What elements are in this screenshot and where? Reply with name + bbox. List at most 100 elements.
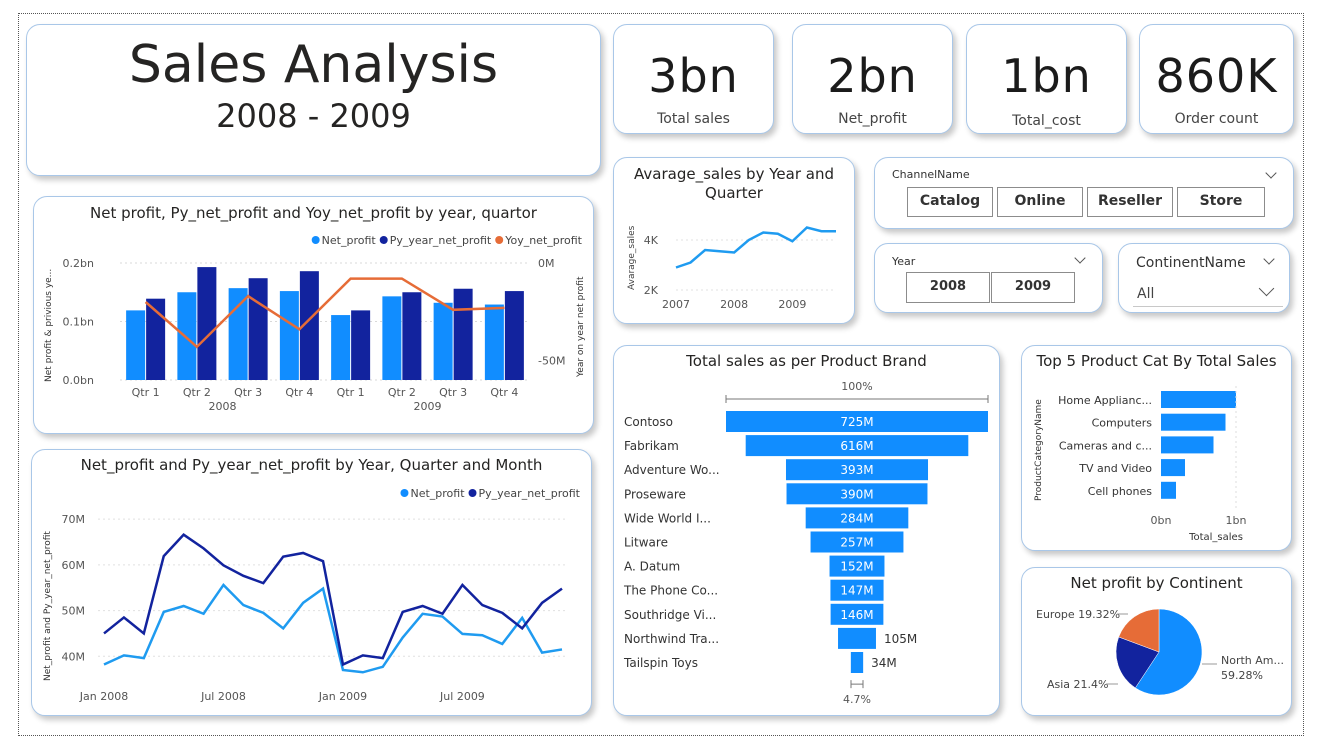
pie-label-name: North Am... <box>1221 654 1284 667</box>
funnel-top-bracket <box>725 395 989 403</box>
kpi-card-total-sales[interactable]: 3bn Total sales <box>613 24 774 134</box>
kpi-card-net-profit[interactable]: 2bn Net_profit <box>792 24 953 134</box>
funnel-category-label: Adventure Wo... <box>624 463 720 477</box>
kpi-label: Net_profit <box>838 111 907 127</box>
chevron-down-icon[interactable] <box>1258 280 1275 297</box>
bar-net-profit <box>279 291 299 380</box>
legend-label: Net_profit <box>322 234 377 247</box>
funnel-value-label: 152M <box>840 560 873 574</box>
channel-option-reseller[interactable]: Reseller <box>1087 187 1173 217</box>
quarter-combo-chart-card[interactable]: Net profit, Py_net_profit and Yoy_net_pr… <box>33 196 594 434</box>
funnel-value-label: 34M <box>871 656 897 670</box>
continent-slicer[interactable]: ContinentName All <box>1118 243 1290 313</box>
avg-sales-chart: Avarage_sales 4K 2K2007 2008 2009 <box>627 225 836 311</box>
continent-pie-card[interactable]: Net profit by Continent North Am... 59.28… <box>1021 567 1292 716</box>
line-net-profit <box>103 583 563 674</box>
legend-marker <box>495 236 504 244</box>
funnel-value-label: 105M <box>884 632 917 646</box>
chevron-down-icon[interactable] <box>1265 167 1277 179</box>
channel-option-store[interactable]: Store <box>1177 187 1265 217</box>
slicer-title: ContinentName <box>1136 255 1246 271</box>
bar-py-net-profit <box>402 292 422 380</box>
bar-py-net-profit <box>197 267 217 380</box>
legend-marker <box>379 236 388 244</box>
legend-label: Py_year_net_profit <box>479 487 581 500</box>
axis-label-x: Total_sales <box>1188 532 1243 543</box>
chevron-down-icon[interactable] <box>1074 252 1086 264</box>
legend-marker <box>468 489 477 497</box>
funnel-category-label: Wide World I... <box>624 511 711 525</box>
funnel-category-label: A. Datum <box>624 560 680 574</box>
y-tick-label: 0.2bn <box>63 257 94 270</box>
category-label: Computers <box>1092 417 1153 430</box>
kpi-label: Total_cost <box>1012 113 1081 129</box>
kpi-card-total-cost[interactable]: 1bn Total_cost <box>966 24 1127 134</box>
channel-slicer[interactable]: ChannelName Catalog Online Reseller Stor… <box>874 157 1294 229</box>
category-label: Cameras and c... <box>1059 439 1152 452</box>
slicer-title: ChannelName <box>892 168 970 181</box>
x-tick-label: Jul 2009 <box>439 690 485 703</box>
y-tick-label: 70M <box>62 513 86 526</box>
brand-funnel-card[interactable]: Total sales as per Product Brand 100% Con… <box>613 345 1000 716</box>
funnel-value-label: 393M <box>840 463 873 477</box>
axis-label-y: Net_profit and Py_year_net_profit <box>43 531 53 681</box>
y2-tick-label: 0M <box>538 257 555 270</box>
x-group-label: 2009 <box>414 400 442 413</box>
funnel-bar <box>850 652 864 673</box>
year-option-2009[interactable]: 2009 <box>991 272 1075 303</box>
legend-marker <box>311 236 320 244</box>
chevron-down-icon[interactable] <box>1263 253 1275 265</box>
bar-net-profit <box>484 304 504 380</box>
funnel-category-label: Proseware <box>624 487 686 501</box>
x-tick-label: Jul 2008 <box>200 690 246 703</box>
axis-label-y: Avarage_sales <box>627 225 637 290</box>
channel-option-catalog[interactable]: Catalog <box>907 187 993 217</box>
y-tick-label: 40M <box>62 650 86 663</box>
pie-label-percent: 59.28% <box>1221 669 1263 682</box>
quarter-combo-chart: Net profit & privious ye... Year on year… <box>44 234 586 413</box>
channel-option-online[interactable]: Online <box>997 187 1083 217</box>
kpi-card-order-count[interactable]: 860K Order count <box>1139 24 1294 134</box>
x-tick-label: 2009 <box>778 298 806 311</box>
funnel-value-label: 147M <box>840 584 873 598</box>
x-tick-label: 2008 <box>720 298 748 311</box>
continent-pie-chart: North Am... 59.28% Asia 21.4% Europe 19.32% <box>1036 608 1284 696</box>
kpi-label: Total sales <box>657 111 730 127</box>
axis-label-y: Net profit & privious ye... <box>44 269 54 382</box>
x-tick-label: 2007 <box>662 298 690 311</box>
year-slicer[interactable]: Year 2008 2009 <box>874 243 1103 313</box>
monthly-line-chart: Net_profit and Py_year_net_profit Py_yea… <box>43 487 581 703</box>
dashboard-title: Sales Analysis <box>128 35 499 95</box>
continent-selected-value: All <box>1137 286 1155 302</box>
y-tick-label: 50M <box>62 605 86 618</box>
x-tick-label: 0bn <box>1151 514 1172 527</box>
brand-funnel-chart: 100% Contoso 725M Fabrikam 616M Adventure Wo.… <box>623 380 989 706</box>
slicer-title: Year <box>892 255 916 268</box>
category-label: Cell phones <box>1088 485 1152 498</box>
title-card: Sales Analysis 2008 - 2009 <box>26 24 601 176</box>
y-tick-label: 4K <box>644 234 659 247</box>
top5-category-card[interactable]: Top 5 Product Cat By Total Sales Product… <box>1021 345 1292 551</box>
continent-dropdown[interactable]: All <box>1133 279 1283 307</box>
kpi-label: Order count <box>1174 111 1259 127</box>
bar-net-profit <box>126 310 146 380</box>
category-bar <box>1161 459 1185 477</box>
funnel-category-label: Contoso <box>624 415 673 429</box>
legend-marker <box>400 489 409 497</box>
funnel-category-label: Southridge Vi... <box>624 608 716 622</box>
kpi-value: 1bn <box>1001 49 1092 103</box>
funnel-category-label: Tailspin Toys <box>623 656 698 670</box>
funnel-bottom-bracket <box>850 680 864 689</box>
kpi-value: 860K <box>1155 49 1278 103</box>
funnel-category-label: The Phone Co... <box>623 584 718 598</box>
bar-py-net-profit <box>248 278 268 380</box>
legend-label: Net_profit <box>410 487 465 500</box>
funnel-bar <box>838 627 876 649</box>
x-tick-label: Qtr 4 <box>490 386 518 399</box>
avg-sales-chart-card[interactable]: Avarage_sales by Year and Quarter Avarag… <box>613 157 855 324</box>
year-option-2008[interactable]: 2008 <box>906 272 990 303</box>
monthly-line-chart-card[interactable]: Net_profit and Py_year_net_profit by Yea… <box>31 449 592 716</box>
x-tick-label: 1bn <box>1226 514 1247 527</box>
funnel-value-label: 284M <box>840 511 873 525</box>
y-tick-label: 0.1bn <box>63 316 94 329</box>
